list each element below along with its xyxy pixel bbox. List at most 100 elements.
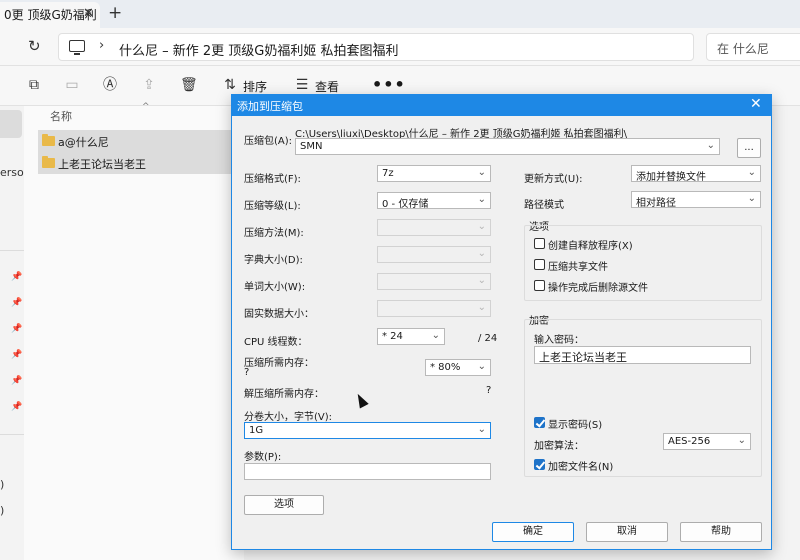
- compress-memory-value: ?: [244, 367, 250, 378]
- chevron-down-icon: ⌄: [737, 435, 746, 446]
- encryption-method-value: AES-256: [668, 436, 711, 447]
- pin-icon: 📌: [11, 272, 23, 282]
- dictionary-select[interactable]: ⌄: [377, 246, 491, 263]
- encrypt-names-checkbox[interactable]: [534, 459, 545, 470]
- update-mode-select[interactable]: 添加并替换文件 ⌄: [631, 165, 761, 182]
- search-input[interactable]: 在 什么尼: [706, 33, 800, 61]
- update-mode-label: 更新方式(U):: [524, 174, 583, 185]
- address-field[interactable]: › 什么尼 – 新作 2更 顶级G奶福利姬 私拍套图福利 ›: [58, 33, 694, 61]
- sfx-checkbox[interactable]: [534, 238, 545, 249]
- memory-usage-select[interactable]: * 80% ⌄: [425, 359, 491, 376]
- chevron-down-icon: ⌄: [477, 424, 486, 435]
- pin-icon: 📌: [11, 402, 23, 412]
- delete-after-label[interactable]: 操作完成后删除源文件: [548, 279, 648, 294]
- file-list: 名称 ^ a@什么尼 上老王论坛当老王: [24, 102, 244, 560]
- breadcrumb[interactable]: 什么尼 – 新作 2更 顶级G奶福利姬 私拍套图福利: [119, 40, 399, 59]
- pin-icon: 📌: [11, 376, 23, 386]
- password-label: 输入密码：: [534, 335, 584, 346]
- explorer-tab[interactable]: 0更 顶级G奶福利 ✕: [0, 2, 100, 28]
- chevron-down-icon: ⌄: [477, 361, 486, 372]
- view-button[interactable]: 查看: [315, 78, 339, 95]
- delete-after-checkbox[interactable]: [534, 280, 545, 291]
- show-password-checkbox[interactable]: [534, 417, 545, 428]
- sfx-label[interactable]: 创建自释放程序(X): [548, 237, 633, 252]
- chevron-right-icon[interactable]: ›: [373, 38, 378, 53]
- decompress-memory-label: 解压缩所需内存：: [244, 389, 324, 400]
- level-label: 压缩等级(L):: [244, 201, 301, 212]
- chevron-down-icon: ⌄: [706, 140, 715, 151]
- parameters-input[interactable]: [244, 463, 491, 480]
- new-tab-icon[interactable]: +: [108, 3, 122, 23]
- pin-icon: 📌: [11, 324, 23, 334]
- more-button[interactable]: •••: [372, 75, 406, 94]
- ok-button[interactable]: 确定: [492, 522, 574, 542]
- compress-memory-label: 压缩所需内存：: [244, 358, 314, 369]
- browse-button[interactable]: ...: [737, 138, 761, 158]
- rename-icon[interactable]: Ⓐ: [102, 77, 118, 93]
- decompress-memory-value: ?: [486, 385, 492, 396]
- chevron-down-icon: ⌄: [477, 302, 486, 313]
- word-size-select[interactable]: ⌄: [377, 273, 491, 290]
- memory-usage-value: * 80%: [430, 362, 461, 373]
- format-select[interactable]: 7z ⌄: [377, 165, 491, 182]
- split-size-label: 分卷大小，字节(V):: [244, 412, 333, 423]
- word-size-label: 单词大小(W):: [244, 282, 306, 293]
- copy-icon[interactable]: ⧉: [26, 77, 42, 93]
- archive-name-combo[interactable]: SMN ⌄: [295, 138, 720, 155]
- chevron-down-icon: ⌄: [477, 221, 486, 232]
- path-mode-label: 路径模式: [524, 200, 564, 211]
- password-input[interactable]: 上老王论坛当老王: [534, 346, 751, 364]
- solid-size-select[interactable]: ⌄: [377, 300, 491, 317]
- cpu-threads-total: / 24: [478, 333, 498, 344]
- delete-icon[interactable]: 🗑: [180, 77, 198, 93]
- close-icon[interactable]: ✕: [83, 6, 94, 21]
- divider: [0, 250, 24, 251]
- sort-icon: ⇅: [224, 77, 236, 93]
- nav-item-selected[interactable]: [0, 110, 22, 138]
- cancel-button[interactable]: 取消: [586, 522, 668, 542]
- nav-item-label[interactable]: ): [0, 504, 4, 517]
- dialog-title: 添加到压缩包: [237, 100, 303, 113]
- shared-files-label[interactable]: 压缩共享文件: [548, 258, 608, 273]
- file-row[interactable]: a@什么尼: [38, 130, 244, 152]
- show-password-label[interactable]: 显示密码(S): [548, 416, 602, 431]
- paste-icon[interactable]: ▭: [64, 77, 80, 93]
- pin-icon: 📌: [11, 350, 23, 360]
- split-size-value: 1G: [249, 425, 264, 436]
- encryption-method-select[interactable]: AES-256 ⌄: [663, 433, 751, 450]
- cpu-threads-label: CPU 线程数：: [244, 337, 308, 348]
- divider: [0, 434, 24, 435]
- chevron-down-icon: ⌄: [747, 167, 756, 178]
- computer-icon: [69, 40, 85, 55]
- help-button[interactable]: 帮助: [680, 522, 762, 542]
- cpu-threads-select[interactable]: * 24 ⌄: [377, 328, 445, 345]
- navigation-pane: ersor 📌 📌 📌 📌 📌 📌 ) ): [0, 106, 28, 560]
- level-value: 0 - 仅存储: [382, 199, 429, 209]
- method-select[interactable]: ⌄: [377, 219, 491, 236]
- split-size-combo[interactable]: 1G ⌄: [244, 422, 491, 439]
- nav-item-label[interactable]: ): [0, 478, 4, 491]
- refresh-icon[interactable]: ↻: [28, 37, 41, 55]
- tab-bar: 0更 顶级G奶福利 ✕ +: [0, 0, 800, 28]
- sort-button[interactable]: 排序: [243, 78, 267, 95]
- chevron-down-icon: ⌄: [431, 330, 440, 341]
- column-header-name[interactable]: 名称: [50, 108, 72, 124]
- method-label: 压缩方法(M):: [244, 228, 304, 239]
- path-mode-value: 相对路径: [636, 198, 676, 208]
- cpu-threads-value: * 24: [382, 331, 403, 342]
- dialog-title-bar[interactable]: 添加到压缩包 ✕: [232, 95, 771, 116]
- close-icon[interactable]: ✕: [750, 96, 762, 112]
- file-row[interactable]: 上老王论坛当老王: [38, 152, 244, 174]
- dictionary-label: 字典大小(D):: [244, 255, 303, 266]
- address-bar: ↻ › 什么尼 – 新作 2更 顶级G奶福利姬 私拍套图福利 › 在 什么尼: [0, 28, 800, 66]
- encrypt-names-label[interactable]: 加密文件名(N): [548, 458, 613, 473]
- share-icon[interactable]: ⇪: [141, 77, 157, 93]
- path-mode-select[interactable]: 相对路径 ⌄: [631, 191, 761, 208]
- archive-label: 压缩包(A):: [244, 136, 293, 147]
- chevron-right-icon[interactable]: ›: [99, 38, 104, 53]
- pin-icon: 📌: [11, 298, 23, 308]
- level-select[interactable]: 0 - 仅存储 ⌄: [377, 192, 491, 209]
- options-button[interactable]: 选项: [244, 495, 324, 515]
- shared-files-checkbox[interactable]: [534, 259, 545, 270]
- chevron-down-icon: ⌄: [477, 194, 486, 205]
